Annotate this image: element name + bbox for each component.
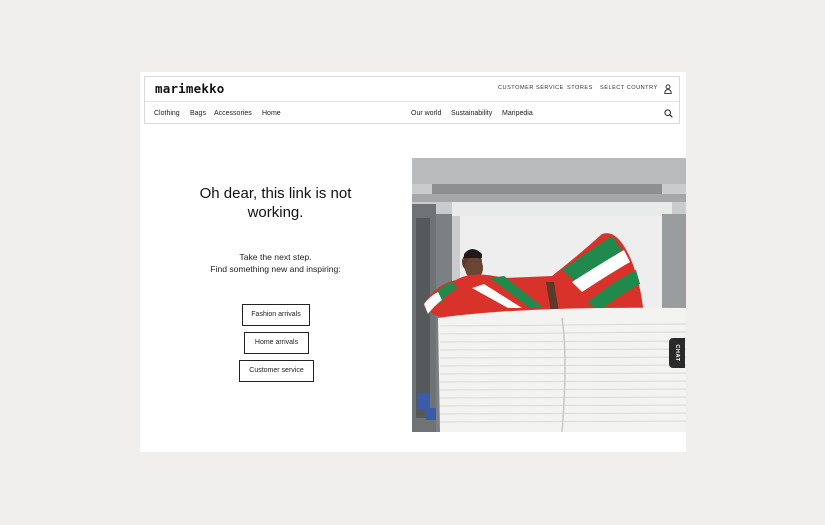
site-header: marimekko CUSTOMER SERVICE STORES SELECT…	[144, 76, 680, 124]
nav-sustainability[interactable]: Sustainability	[451, 110, 492, 117]
customer-service-button[interactable]: Customer service	[239, 360, 314, 382]
user-icon[interactable]	[664, 84, 672, 94]
header-top-bar: marimekko CUSTOMER SERVICE STORES SELECT…	[145, 77, 679, 102]
chat-tab[interactable]: CHAT	[669, 338, 685, 368]
chat-label: CHAT	[674, 344, 680, 362]
customer-service-link[interactable]: CUSTOMER SERVICE	[498, 85, 564, 91]
hero-photo	[412, 158, 686, 432]
stores-link[interactable]: STORES	[567, 85, 593, 91]
nav-bags[interactable]: Bags	[190, 110, 206, 117]
error-heading-line-2: working.	[247, 204, 304, 221]
nav-our-world[interactable]: Our world	[411, 110, 441, 117]
nav-clothing[interactable]: Clothing	[154, 110, 180, 117]
error-heading: Oh dear, this link is not working.	[188, 184, 363, 222]
search-icon[interactable]	[664, 109, 673, 118]
error-subtext-line-2: Find something new and inspiring:	[210, 263, 341, 274]
error-subtext-line-1: Take the next step.	[239, 252, 312, 262]
fashion-arrivals-button[interactable]: Fashion arrivals	[242, 304, 310, 326]
nav-accessories[interactable]: Accessories	[214, 110, 252, 117]
marimekko-logo[interactable]: marimekko	[155, 81, 225, 96]
nav-maripedia[interactable]: Maripedia	[502, 110, 533, 117]
error-heading-line-1: Oh dear, this link is not	[199, 185, 352, 202]
select-country-link[interactable]: SELECT COUNTRY	[600, 85, 658, 91]
nav-home[interactable]: Home	[262, 110, 281, 117]
page-panel: marimekko CUSTOMER SERVICE STORES SELECT…	[140, 72, 686, 452]
hero-photo-illustration	[412, 158, 686, 432]
error-subtext: Take the next step. Find something new a…	[178, 252, 373, 275]
home-arrivals-button[interactable]: Home arrivals	[244, 332, 309, 354]
